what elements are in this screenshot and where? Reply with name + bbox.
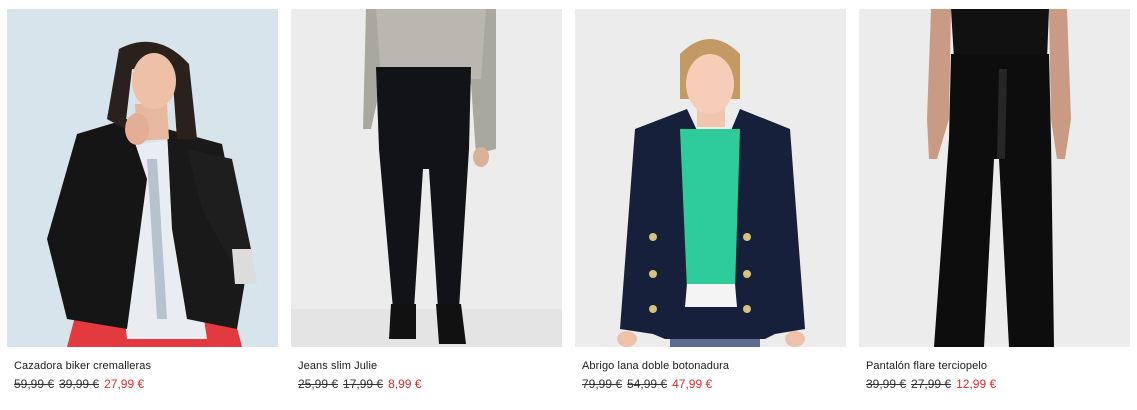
product-photo <box>291 9 562 347</box>
product-info: Pantalón flare terciopelo 39,99 € 27,99 €… <box>859 347 1130 391</box>
product-name[interactable]: Cazadora biker cremalleras <box>14 359 278 373</box>
original-price: 59,99 € <box>14 377 55 391</box>
previous-price: 39,99 € <box>59 377 100 391</box>
sale-price: 27,99 € <box>104 377 145 391</box>
product-card[interactable]: Abrigo lana doble botonadura 79,99 € 54,9… <box>575 9 846 391</box>
product-prices: 25,99 € 17,99 € 8,99 € <box>298 377 562 391</box>
previous-price: 17,99 € <box>343 377 384 391</box>
product-info: Abrigo lana doble botonadura 79,99 € 54,9… <box>575 347 846 391</box>
product-photo <box>859 9 1130 347</box>
product-name[interactable]: Abrigo lana doble botonadura <box>582 359 846 373</box>
product-card[interactable]: Pantalón flare terciopelo 39,99 € 27,99 €… <box>859 9 1130 391</box>
product-name[interactable]: Pantalón flare terciopelo <box>866 359 1130 373</box>
product-info: Cazadora biker cremalleras 59,99 € 39,99 … <box>7 347 278 391</box>
sale-price: 12,99 € <box>956 377 997 391</box>
sale-price: 47,99 € <box>672 377 713 391</box>
product-image-velvet-flare[interactable] <box>859 9 1130 347</box>
previous-price: 27,99 € <box>911 377 952 391</box>
product-photo <box>575 9 846 347</box>
product-image-wool-coat[interactable] <box>575 9 846 347</box>
product-info: Jeans slim Julie 25,99 € 17,99 € 8,99 € <box>291 347 562 391</box>
product-prices: 79,99 € 54,99 € 47,99 € <box>582 377 846 391</box>
product-name[interactable]: Jeans slim Julie <box>298 359 562 373</box>
product-prices: 59,99 € 39,99 € 27,99 € <box>14 377 278 391</box>
sale-price: 8,99 € <box>388 377 422 391</box>
product-grid: Cazadora biker cremalleras 59,99 € 39,99 … <box>7 9 1131 391</box>
product-card[interactable]: Cazadora biker cremalleras 59,99 € 39,99 … <box>7 9 278 391</box>
product-image-biker-jacket[interactable] <box>7 9 278 347</box>
original-price: 25,99 € <box>298 377 339 391</box>
product-prices: 39,99 € 27,99 € 12,99 € <box>866 377 1130 391</box>
product-image-slim-jeans[interactable] <box>291 9 562 347</box>
previous-price: 54,99 € <box>627 377 668 391</box>
product-card[interactable]: Jeans slim Julie 25,99 € 17,99 € 8,99 € <box>291 9 562 391</box>
original-price: 79,99 € <box>582 377 623 391</box>
original-price: 39,99 € <box>866 377 907 391</box>
product-photo <box>7 9 278 347</box>
